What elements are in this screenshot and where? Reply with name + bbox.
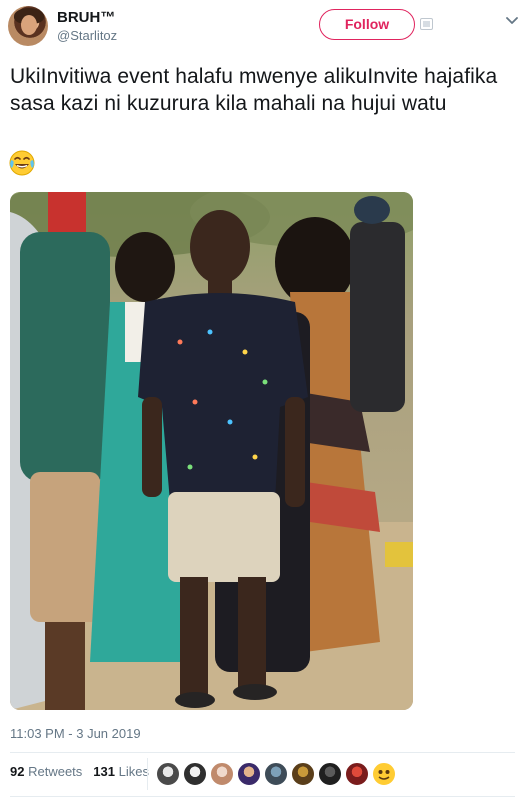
- liker-avatar[interactable]: [345, 762, 369, 786]
- liker-avatar[interactable]: [372, 762, 396, 786]
- face-emoji-icon: [378, 770, 390, 780]
- follow-button[interactable]: Follow: [319, 9, 415, 40]
- liker-avatar[interactable]: [291, 762, 315, 786]
- liker-avatar[interactable]: [237, 762, 261, 786]
- likes-label: Likes: [118, 764, 149, 779]
- chevron-down-icon[interactable]: [505, 14, 519, 28]
- likes-count: 131: [93, 764, 115, 779]
- likes-stat[interactable]: 131 Likes: [93, 764, 149, 779]
- user-name-block[interactable]: BRUH™ @Starlitoz: [57, 9, 117, 45]
- tweet-stats: 92 Retweets 131 Likes: [10, 764, 149, 779]
- divider: [10, 752, 515, 753]
- tweet-text: UkiInvitiwa event halafu mwenye alikuInv…: [10, 65, 498, 115]
- retweets-count: 92: [10, 764, 25, 779]
- liker-avatar[interactable]: [183, 762, 207, 786]
- retweets-label: Retweets: [28, 764, 83, 779]
- liker-avatar[interactable]: [156, 762, 180, 786]
- user-handle[interactable]: @Starlitoz: [57, 27, 117, 45]
- festival-photo-image: [10, 192, 413, 710]
- translate-icon[interactable]: [420, 18, 433, 30]
- tweet-timestamp[interactable]: 11:03 PM - 3 Jun 2019: [10, 726, 141, 741]
- face-with-tears-of-joy-icon: [9, 150, 35, 176]
- liker-avatar[interactable]: [318, 762, 342, 786]
- display-name[interactable]: BRUH™: [57, 9, 117, 27]
- tweet-header: BRUH™ @Starlitoz Follow: [0, 0, 522, 60]
- liker-avatar[interactable]: [264, 762, 288, 786]
- liker-avatar[interactable]: [210, 762, 234, 786]
- tweet-photo[interactable]: [10, 192, 413, 710]
- retweets-stat[interactable]: 92 Retweets: [10, 764, 82, 779]
- divider: [10, 796, 515, 797]
- stats-separator: [147, 758, 148, 790]
- user-avatar[interactable]: [8, 6, 48, 46]
